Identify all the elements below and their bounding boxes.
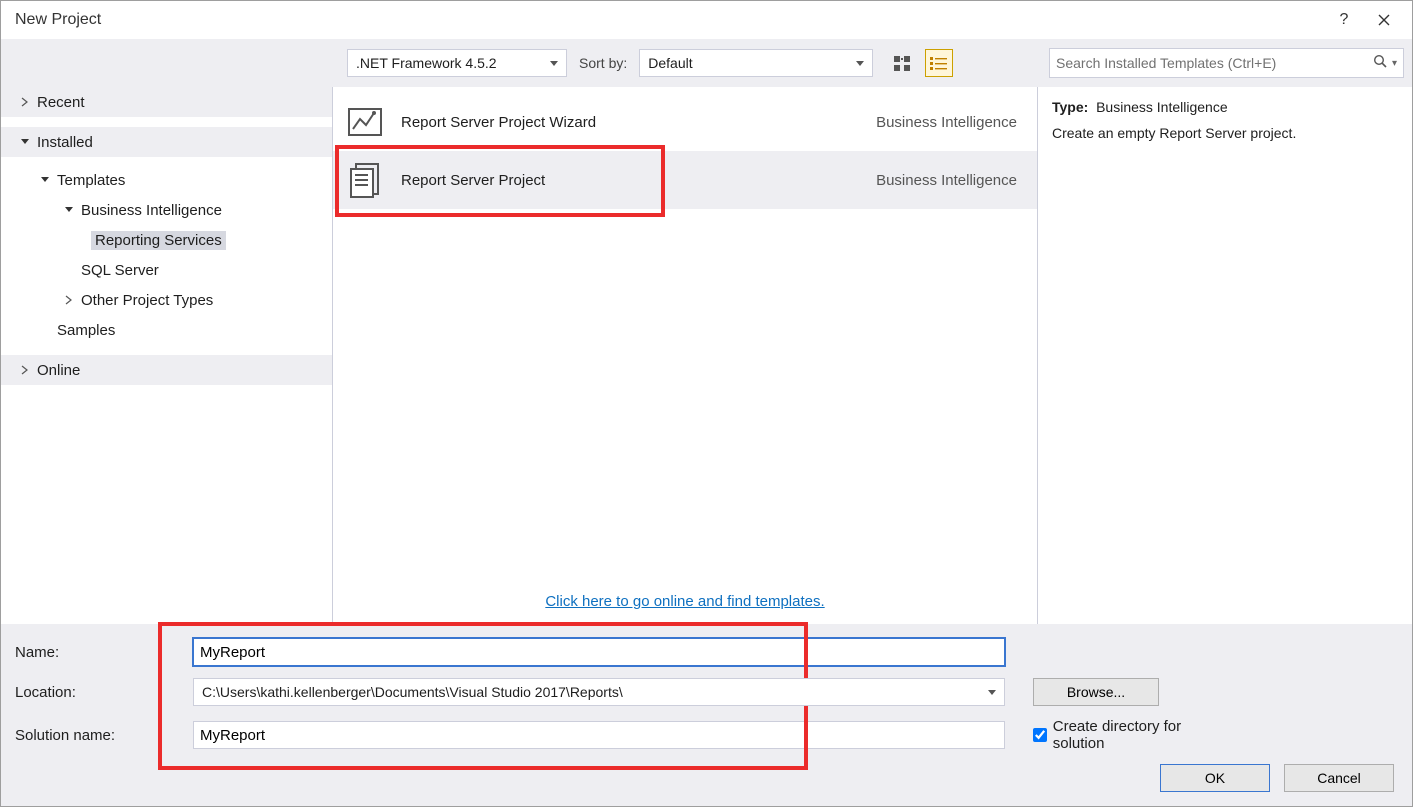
tree-item-label: SQL Server	[81, 262, 159, 279]
template-name: Report Server Project Wizard	[401, 114, 817, 131]
tree-other-project-types[interactable]: Other Project Types	[1, 285, 332, 315]
ok-button[interactable]: OK	[1160, 764, 1270, 792]
chevron-down-icon	[39, 174, 51, 186]
cancel-button[interactable]: Cancel	[1284, 764, 1394, 792]
help-button[interactable]: ?	[1324, 5, 1364, 35]
online-templates-link[interactable]: Click here to go online and find templat…	[545, 593, 824, 610]
browse-button[interactable]: Browse...	[1033, 678, 1159, 706]
close-icon	[1378, 14, 1390, 26]
bottom-panel: Name: Location: C:\Users\kathi.kellenber…	[1, 624, 1412, 806]
location-value: C:\Users\kathi.kellenberger\Documents\Vi…	[202, 684, 623, 700]
tree-item-label: Templates	[57, 172, 125, 189]
name-label: Name:	[15, 644, 193, 661]
button-label: Browse...	[1067, 684, 1125, 700]
chevron-right-icon	[63, 294, 75, 306]
tree-item-label: Online	[37, 362, 80, 379]
online-templates-link-row: Click here to go online and find templat…	[333, 583, 1037, 624]
template-item-report-server-project[interactable]: Report Server Project Business Intellige…	[333, 151, 1037, 209]
template-pane: Report Server Project Wizard Business In…	[333, 87, 1037, 624]
view-details-list[interactable]	[925, 49, 953, 77]
chevron-down-icon	[63, 204, 75, 216]
framework-dropdown[interactable]: .NET Framework 4.5.2	[347, 49, 567, 77]
tree-installed[interactable]: Installed	[1, 127, 332, 157]
template-list: Report Server Project Wizard Business In…	[333, 87, 1037, 583]
search-icon	[1373, 54, 1388, 73]
chevron-right-icon	[19, 96, 31, 108]
solution-name-row: Solution name: Create directory for solu…	[15, 718, 1398, 752]
chevron-right-icon	[19, 364, 31, 376]
large-icons-icon	[894, 55, 912, 71]
name-input[interactable]	[193, 638, 1005, 666]
project-icon	[345, 160, 385, 200]
details-type-label: Type:	[1052, 99, 1088, 115]
titlebar: New Project ?	[1, 1, 1412, 39]
details-type-value: Business Intelligence	[1096, 99, 1228, 115]
tree-online[interactable]: Online	[1, 355, 332, 385]
new-project-dialog: New Project ? .NET Framework 4.5.2 Sort …	[0, 0, 1413, 807]
tree-business-intelligence[interactable]: Business Intelligence	[1, 195, 332, 225]
template-name: Report Server Project	[401, 172, 817, 189]
view-large-icons[interactable]	[889, 49, 917, 77]
search-dropdown-icon[interactable]: ▾	[1392, 58, 1397, 69]
template-category: Business Intelligence	[817, 114, 1017, 131]
create-directory-checkbox[interactable]: Create directory for solution	[1033, 718, 1211, 752]
tree-item-label: Installed	[37, 134, 93, 151]
framework-value: .NET Framework 4.5.2	[356, 55, 497, 71]
solution-name-label: Solution name:	[15, 727, 193, 744]
tree-item-label: Other Project Types	[81, 292, 213, 309]
template-category: Business Intelligence	[817, 172, 1017, 189]
tree-samples[interactable]: Samples	[1, 315, 332, 345]
tree-recent[interactable]: Recent	[1, 87, 332, 117]
toolbar: .NET Framework 4.5.2 Sort by: Default	[1, 39, 1412, 87]
sort-by-dropdown[interactable]: Default	[639, 49, 873, 77]
button-label: Cancel	[1317, 770, 1361, 786]
tree-item-label: Reporting Services	[91, 231, 226, 250]
checkbox-label: Create directory for solution	[1053, 718, 1211, 752]
search-box[interactable]: ▾	[1049, 48, 1404, 78]
details-description: Create an empty Report Server project.	[1052, 125, 1398, 141]
close-button[interactable]	[1364, 5, 1404, 35]
view-mode-group	[889, 49, 953, 77]
dialog-buttons: OK Cancel	[15, 764, 1398, 792]
location-row: Location: C:\Users\kathi.kellenberger\Do…	[15, 678, 1398, 706]
sort-by-label: Sort by:	[579, 55, 627, 71]
button-label: OK	[1205, 770, 1225, 786]
template-item-wizard[interactable]: Report Server Project Wizard Business In…	[333, 93, 1037, 151]
details-list-icon	[930, 56, 948, 70]
tree-item-label: Samples	[57, 322, 115, 339]
sort-by-value: Default	[648, 55, 692, 71]
solution-name-input[interactable]	[193, 721, 1005, 749]
tree-reporting-services[interactable]: Reporting Services	[1, 225, 332, 255]
tree-sql-server[interactable]: SQL Server	[1, 255, 332, 285]
dialog-title: New Project	[15, 11, 101, 29]
search-input[interactable]	[1056, 55, 1373, 71]
location-label: Location:	[15, 684, 193, 701]
category-tree: Recent Installed Templates Business Inte…	[1, 87, 333, 624]
create-directory-check-input[interactable]	[1033, 727, 1047, 743]
tree-item-label: Recent	[37, 94, 85, 111]
tree-templates[interactable]: Templates	[1, 165, 332, 195]
dialog-body: Recent Installed Templates Business Inte…	[1, 87, 1412, 624]
project-wizard-icon	[345, 102, 385, 142]
location-dropdown[interactable]: C:\Users\kathi.kellenberger\Documents\Vi…	[193, 678, 1005, 706]
tree-item-label: Business Intelligence	[81, 202, 222, 219]
details-pane: Type: Business Intelligence Create an em…	[1037, 87, 1412, 624]
chevron-down-icon	[19, 136, 31, 148]
name-row: Name:	[15, 638, 1398, 666]
